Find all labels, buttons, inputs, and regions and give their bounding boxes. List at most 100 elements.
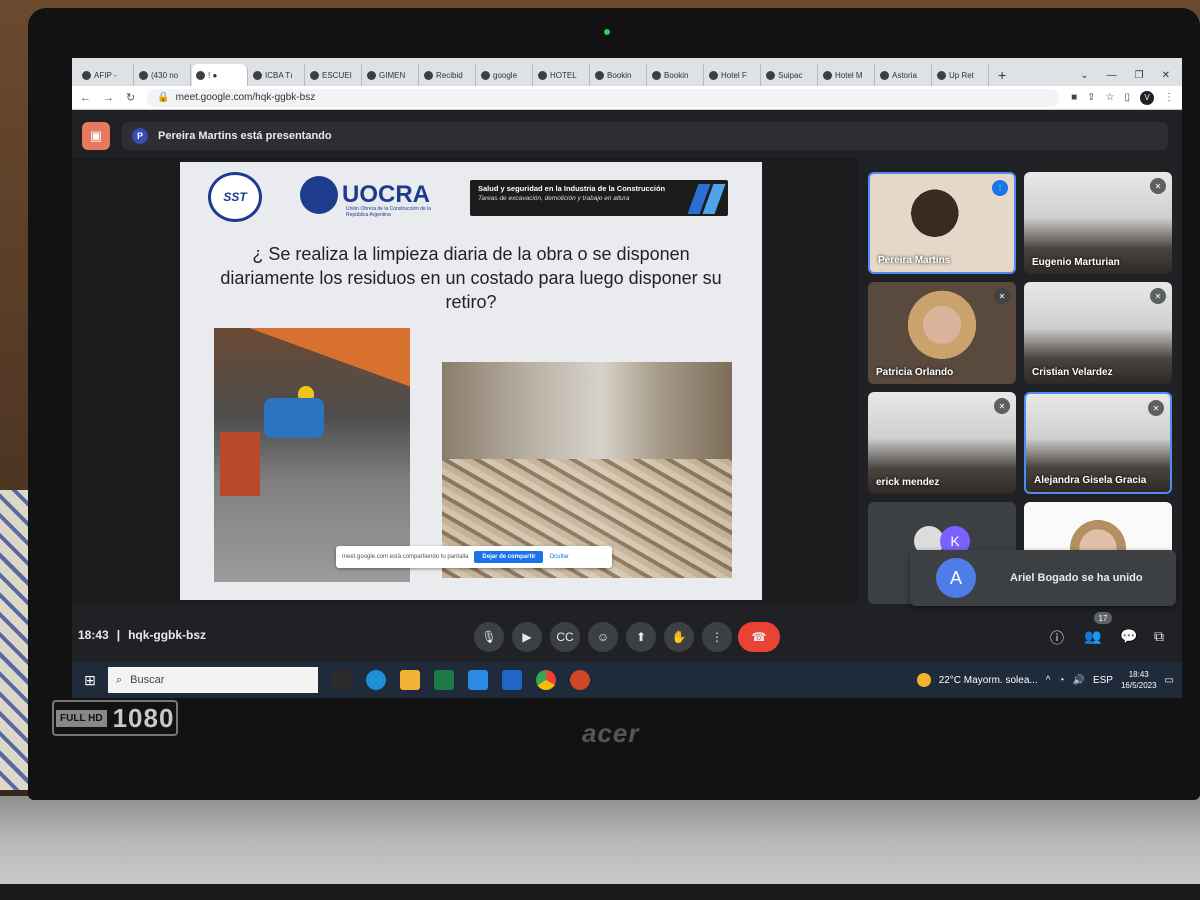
browser-tab[interactable]: Astoria <box>876 64 932 86</box>
notifications-icon[interactable]: ▭ <box>1165 675 1174 686</box>
browser-tab[interactable]: ICBA Tı <box>249 64 305 86</box>
wifi-icon[interactable]: ◔ <box>1058 675 1064 686</box>
tab-label: HOTEL <box>550 70 577 80</box>
meet-icon <box>196 70 205 80</box>
participant-tile[interactable]: ✕ Eugenio Marturian <box>1024 172 1172 274</box>
full-hd-badge: FULL HD 1080 <box>52 700 178 736</box>
browser-tab[interactable]: AFIP - <box>78 64 134 86</box>
star-icon[interactable]: ☆ <box>1106 92 1115 103</box>
task-view-icon[interactable] <box>332 670 352 690</box>
new-tab-button[interactable]: + <box>990 64 1014 86</box>
more-dots-icon: ⋮ <box>711 630 723 644</box>
chevron-up-icon[interactable]: ^ <box>1046 675 1051 686</box>
browser-tab[interactable]: Hotel F <box>705 64 761 86</box>
participant-tile[interactable]: ✕ Alejandra Gisela Gracia <box>1024 392 1172 494</box>
participant-name: Alejandra Gisela Gracia <box>1034 475 1147 486</box>
browser-tab[interactable]: Bookin <box>648 64 704 86</box>
edge-icon[interactable] <box>366 670 386 690</box>
volume-icon[interactable]: 🔊 <box>1072 675 1084 686</box>
browser-tab[interactable]: Hotel M <box>819 64 875 86</box>
taskbar-clock[interactable]: 18:43 16/5/2023 <box>1121 669 1157 691</box>
captions-button[interactable]: CC <box>550 622 580 652</box>
camera-button[interactable]: ▶ <box>512 622 542 652</box>
participant-tile[interactable]: ✕ Patricia Orlando <box>868 282 1016 384</box>
browser-tab[interactable]: Bookin <box>591 64 647 86</box>
browser-tab[interactable]: Recibid <box>420 64 476 86</box>
browser-tab[interactable]: GIMEN <box>363 64 419 86</box>
browser-tab-active[interactable]: ! ● <box>192 64 248 86</box>
tab-label: ESCUEI <box>322 70 352 80</box>
browser-tab[interactable]: Up Ret <box>933 64 989 86</box>
browser-tab[interactable]: ESCUEI <box>306 64 362 86</box>
chevron-down-icon[interactable]: ⌄ <box>1080 70 1088 81</box>
tab-label: Up Ret <box>949 70 974 80</box>
microphone-button[interactable]: 🎙 <box>474 622 504 652</box>
people-icon[interactable]: 👥 <box>1084 628 1101 645</box>
raise-hand-button[interactable]: ✋ <box>664 622 694 652</box>
presentation-stage: SST UOCRA Unión Obrera de la Construcció… <box>72 158 858 604</box>
menu-dots-icon[interactable]: ⋮ <box>1164 92 1174 103</box>
minimize-icon[interactable]: — <box>1107 70 1117 81</box>
laptop-brand-logo: acer <box>582 718 640 748</box>
stop-sharing-button[interactable]: Dejar de compartir <box>474 551 544 563</box>
windows-start-icon[interactable]: ⊞ <box>72 662 108 698</box>
globe-icon <box>253 70 262 80</box>
hide-notice-button[interactable]: Ocultar <box>549 554 568 560</box>
sidepanel-icon[interactable]: ▯ <box>1124 92 1130 103</box>
mail-app-icon[interactable] <box>468 670 488 690</box>
mail-icon <box>139 70 148 80</box>
meet-controls-bar: 18:43 | hqk-ggbk-bsz 🎙 ▶ CC ☺ ⬆ ✋ ⋮ ☎ ⓘ … <box>72 612 1182 662</box>
end-call-button[interactable]: ☎ <box>738 622 780 652</box>
tab-label: Hotel F <box>721 70 747 80</box>
browser-tab[interactable]: google <box>477 64 533 86</box>
hd-label: FULL HD <box>56 709 107 727</box>
reload-icon[interactable]: ↻ <box>126 91 135 104</box>
present-button[interactable]: ⬆ <box>626 622 656 652</box>
chat-icon[interactable]: 💬 <box>1120 628 1137 645</box>
emoji-button[interactable]: ☺ <box>588 622 618 652</box>
camera-indicator-icon[interactable]: ■ <box>1071 92 1077 103</box>
participant-count-badge: 17 <box>1094 612 1112 624</box>
search-icon: ⌕ <box>116 673 123 686</box>
tab-label: Bookin <box>607 70 632 80</box>
activities-icon[interactable]: ⧉ <box>1154 628 1164 645</box>
excel-icon[interactable] <box>434 670 454 690</box>
browser-tab[interactable]: HOTEL <box>534 64 590 86</box>
mic-off-icon: ✕ <box>1150 178 1166 194</box>
more-options-button[interactable]: ⋮ <box>702 622 732 652</box>
presentation-icon[interactable]: ▣ <box>82 122 110 150</box>
banner-title: Salud y seguridad en la Industria de la … <box>478 184 666 193</box>
separator: | <box>116 628 121 642</box>
store-icon[interactable] <box>502 670 522 690</box>
forward-arrow-icon[interactable]: → <box>103 92 114 104</box>
meeting-code: hqk-ggbk-bsz <box>128 628 207 642</box>
present-screen-icon: ⬆ <box>635 630 647 644</box>
close-icon[interactable]: ✕ <box>1162 70 1170 81</box>
file-explorer-icon[interactable] <box>400 670 420 690</box>
globe-icon <box>82 70 91 80</box>
meeting-time: 18:43 <box>78 628 109 642</box>
tab-label: google <box>493 70 518 80</box>
participant-tile[interactable]: ✕ erick mendez <box>868 392 1016 494</box>
share-icon[interactable]: ⇪ <box>1087 92 1095 103</box>
globe-icon <box>823 70 832 80</box>
back-arrow-icon[interactable]: ← <box>80 92 91 104</box>
participant-tile[interactable]: ✕ Cristian Velardez <box>1024 282 1172 384</box>
participant-tile[interactable]: ⦙ Pereira Martins <box>868 172 1016 274</box>
windows-taskbar: ⊞ ⌕ Buscar 22°C Mayorm. solea... ^ ◔ 🔊 E… <box>72 662 1182 698</box>
taskbar-search[interactable]: ⌕ Buscar <box>108 667 318 693</box>
window-controls: ⌄ — ❐ ✕ <box>1080 64 1182 86</box>
powerpoint-icon[interactable] <box>570 670 590 690</box>
globe-icon <box>595 70 604 80</box>
screen-share-notice: meet.google.com está compartiendo tu pan… <box>336 546 612 568</box>
info-icon[interactable]: ⓘ <box>1050 628 1064 648</box>
chrome-icon[interactable] <box>536 670 556 690</box>
language-indicator[interactable]: ESP <box>1093 675 1113 686</box>
address-bar[interactable]: 🔒 meet.google.com/hqk-ggbk-bsz <box>147 88 1060 107</box>
browser-tab[interactable]: Suipac <box>762 64 818 86</box>
weather-text[interactable]: 22°C Mayorm. solea... <box>939 675 1038 686</box>
browser-toolbar: ← → ↻ 🔒 meet.google.com/hqk-ggbk-bsz ■ ⇪… <box>72 86 1182 110</box>
browser-tab[interactable]: (430 no <box>135 64 191 86</box>
profile-avatar[interactable]: V <box>1140 90 1154 105</box>
restore-icon[interactable]: ❐ <box>1135 70 1144 81</box>
